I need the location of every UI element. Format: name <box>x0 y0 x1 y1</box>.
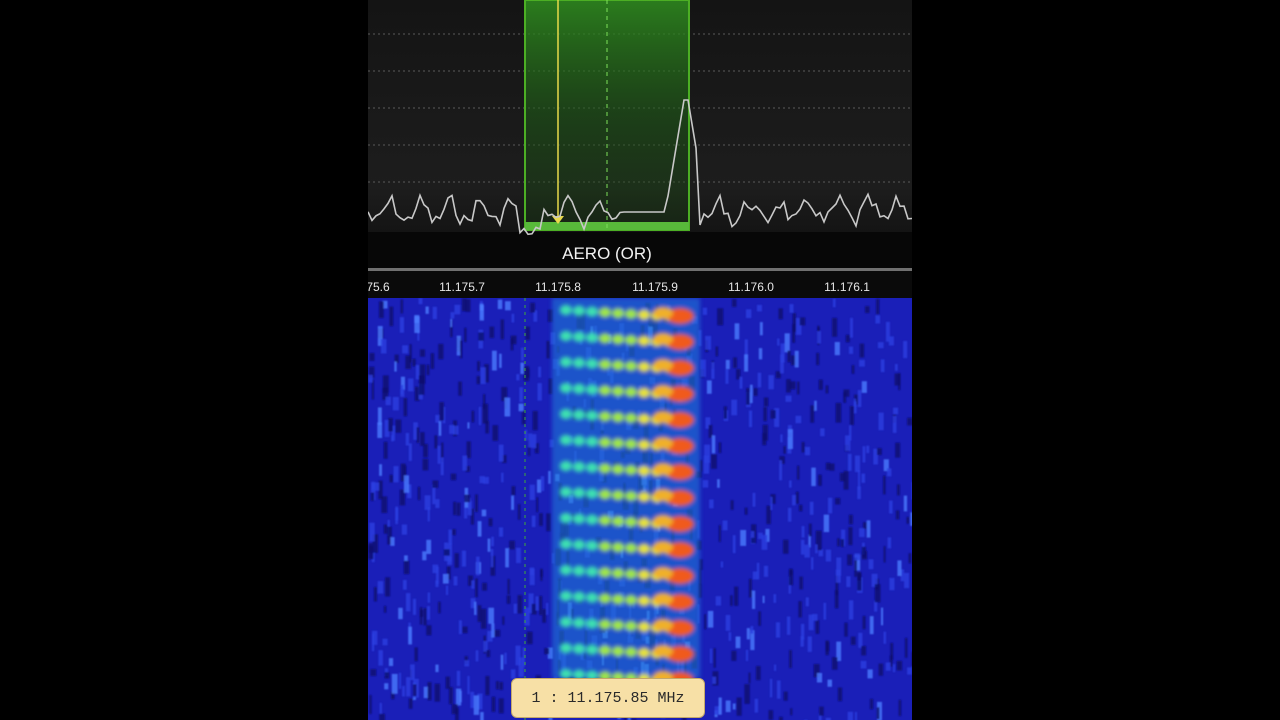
readout-separator: : <box>549 689 559 707</box>
readout-frequency: 11.175.85 <box>567 689 649 707</box>
spectrum-display[interactable]: AERO (OR) <box>368 0 912 268</box>
sdr-receiver-view: AERO (OR) 75.6 11.175.7 11.175.8 11.175.… <box>368 0 912 720</box>
axis-tick-label: 75.6 <box>368 280 390 294</box>
axis-tick-label: 11.176.1 <box>824 280 870 294</box>
waterfall-plot <box>368 298 912 720</box>
axis-tick-label: 11.176.0 <box>728 280 774 294</box>
axis-tick-label: 11.175.9 <box>632 280 678 294</box>
waterfall-signal <box>552 298 700 688</box>
spectrum-plot <box>368 0 912 268</box>
readout-unit: MHz <box>657 689 685 707</box>
waterfall-display[interactable] <box>368 298 912 720</box>
demod-mode-label: AERO (OR) <box>562 244 652 263</box>
frequency-readout-tooltip: 1 : 11.175.85 MHz <box>511 678 705 718</box>
frequency-axis[interactable]: 75.6 11.175.7 11.175.8 11.175.9 11.176.0… <box>368 268 912 301</box>
vfo-index: 1 <box>531 689 541 707</box>
axis-tick-label: 11.175.7 <box>439 280 485 294</box>
axis-tick-label: 11.175.8 <box>535 280 581 294</box>
